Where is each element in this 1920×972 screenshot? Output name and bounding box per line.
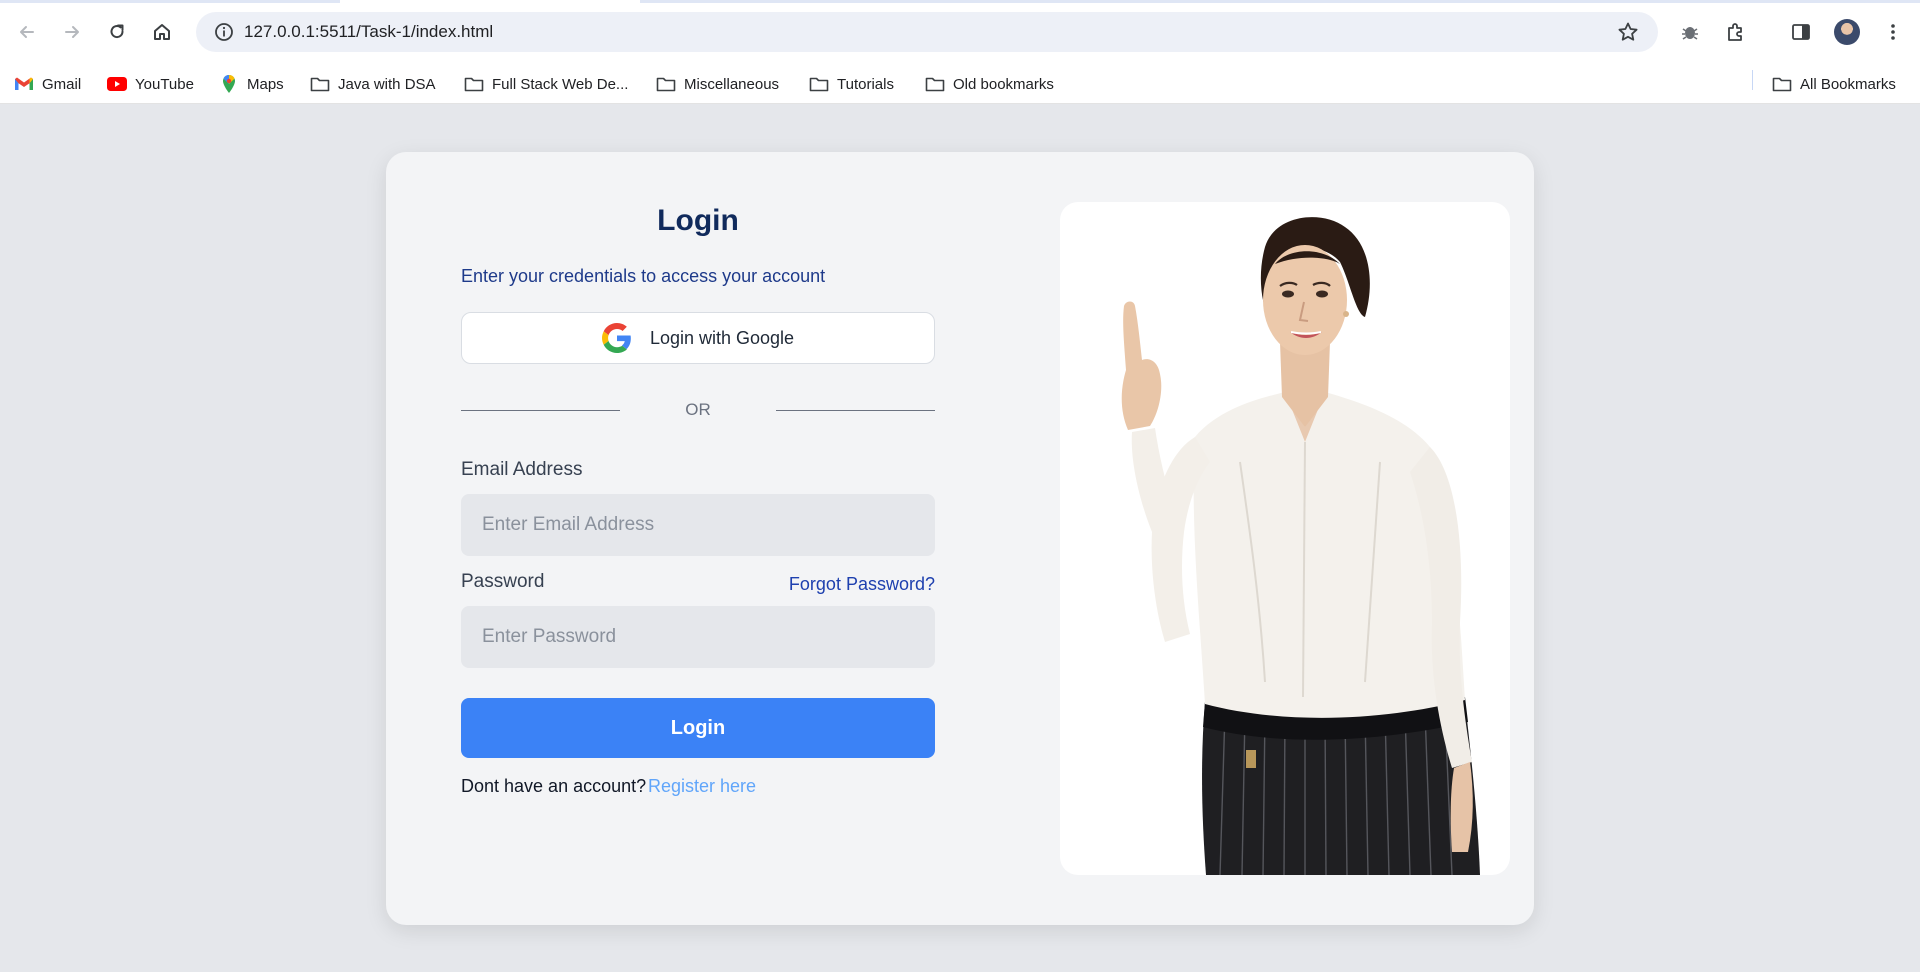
- arrow-left-icon: [20, 26, 34, 38]
- address-bar[interactable]: 127.0.0.1:5511/Task-1/index.html: [196, 12, 1658, 52]
- bookmark-youtube[interactable]: YouTube: [107, 64, 194, 104]
- bookmark-label: Gmail: [42, 75, 82, 93]
- bookmark-folder[interactable]: Tutorials: [809, 64, 894, 104]
- folder-icon: [464, 74, 484, 94]
- folder-icon: [925, 74, 945, 94]
- all-bookmarks-button[interactable]: All Bookmarks: [1772, 64, 1896, 104]
- no-account-text: Dont have an account?: [461, 776, 647, 796]
- arrow-right-icon: [65, 26, 79, 38]
- bookmark-folder[interactable]: Old bookmarks: [925, 64, 1054, 104]
- google-icon: [601, 323, 631, 353]
- profile-avatar[interactable]: [1834, 19, 1860, 45]
- email-field[interactable]: [461, 494, 935, 556]
- password-field[interactable]: [461, 606, 935, 668]
- page-title: Login: [657, 204, 739, 237]
- bookmark-label: Java with DSA: [338, 75, 436, 93]
- back-button[interactable]: [12, 17, 42, 47]
- bookmark-label: YouTube: [135, 75, 194, 93]
- login-button[interactable]: Login: [461, 698, 935, 758]
- bookmark-folder[interactable]: Java with DSA: [310, 64, 436, 104]
- home-button[interactable]: [147, 17, 177, 47]
- hero-image: [1060, 202, 1510, 875]
- bookmark-label: Old bookmarks: [953, 75, 1054, 93]
- tab-strip-edge: [0, 0, 340, 3]
- bookmarks-divider: [1752, 70, 1753, 90]
- folder-icon: [310, 74, 330, 94]
- bookmark-folder[interactable]: Miscellaneous: [656, 64, 779, 104]
- side-panel-icon[interactable]: [1787, 18, 1815, 46]
- extension-bug-icon[interactable]: [1676, 18, 1704, 46]
- woman-pointing-illustration: [1121, 217, 1480, 875]
- folder-icon: [1772, 74, 1792, 94]
- reload-button[interactable]: [102, 17, 132, 47]
- all-bookmarks-label: All Bookmarks: [1800, 75, 1896, 93]
- browser-toolbar: 127.0.0.1:5511/Task-1/index.html: [0, 0, 1920, 64]
- bookmark-maps[interactable]: Maps: [219, 64, 284, 104]
- folder-icon: [656, 74, 676, 94]
- divider-right: [776, 410, 935, 411]
- bookmark-gmail[interactable]: Gmail: [14, 64, 81, 104]
- register-link[interactable]: Register here: [648, 776, 756, 797]
- bookmarks-bar: Gmail YouTube Maps Java with DSA Full St…: [0, 64, 1920, 104]
- site-info-icon[interactable]: [214, 22, 234, 42]
- extensions-puzzle-icon[interactable]: [1722, 18, 1750, 46]
- google-login-label: Login with Google: [649, 327, 795, 348]
- bookmark-label: Miscellaneous: [684, 75, 780, 93]
- folder-icon: [809, 74, 829, 94]
- gmail-icon: [14, 74, 34, 94]
- login-card: Login Enter your credentials to access y…: [386, 152, 1534, 925]
- bookmark-folder[interactable]: Full Stack Web De...: [464, 64, 628, 104]
- page-subtitle: Enter your credentials to access your ac…: [461, 266, 826, 286]
- youtube-icon: [107, 74, 127, 94]
- bookmark-label: Full Stack Web De...: [492, 75, 629, 93]
- bookmark-star-icon[interactable]: [1616, 20, 1640, 44]
- tab-strip-edge: [640, 0, 1920, 3]
- menu-kebab-icon[interactable]: [1879, 18, 1907, 46]
- password-label: Password: [461, 571, 545, 592]
- forgot-password-link[interactable]: Forgot Password?: [789, 574, 935, 595]
- google-login-button[interactable]: Login with Google: [461, 312, 935, 364]
- forward-button[interactable]: [57, 17, 87, 47]
- email-label: Email Address: [461, 459, 583, 480]
- bookmark-label: Tutorials: [837, 75, 894, 93]
- bookmark-label: Maps: [247, 75, 284, 93]
- url-text[interactable]: 127.0.0.1:5511/Task-1/index.html: [244, 22, 493, 42]
- reload-icon: [110, 24, 124, 39]
- maps-icon: [219, 74, 239, 94]
- home-icon: [154, 24, 170, 40]
